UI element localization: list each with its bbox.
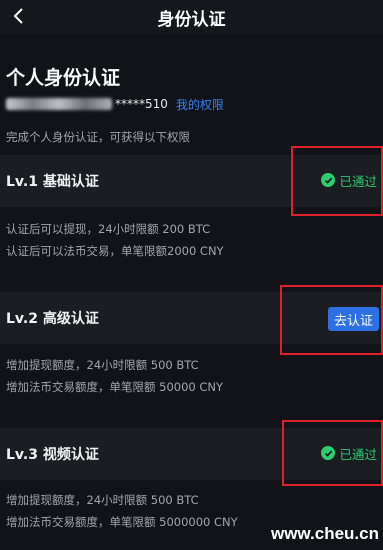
level-2-title: Lv.2 高级认证	[6, 311, 99, 327]
top-nav-bar: 身份认证	[0, 0, 383, 34]
masked-account-blur	[6, 98, 112, 110]
level-3-desc-2: 增加法币交易额度，单笔限额 5000000 CNY	[6, 515, 238, 529]
level-2-desc-1: 增加提现额度，24小时限额 500 BTC	[6, 358, 199, 372]
level-1-desc-1: 认证后可以提现，24小时限额 200 BTC	[6, 222, 211, 236]
watermark: www.cheu.cn	[270, 524, 379, 543]
hint-text: 完成个人身份认证，可获得以下权限	[6, 130, 190, 144]
level-1-desc-2: 认证后可以法币交易，单笔限额2000 CNY	[6, 244, 224, 258]
level-3-desc-1: 增加提现额度，24小时限额 500 BTC	[6, 493, 199, 507]
level-2-body: 增加提现额度，24小时限额 500 BTC 增加法币交易额度，单笔限额 5000…	[0, 344, 383, 420]
account-suffix: *****510	[115, 97, 168, 111]
annotation-box-level-2	[280, 285, 383, 355]
level-3-title: Lv.3 视频认证	[6, 447, 99, 463]
hero-title: 个人身份认证	[6, 67, 121, 89]
my-rights-link[interactable]: 我的权限	[176, 96, 224, 113]
level-1-title: Lv.1 基础认证	[6, 174, 99, 190]
annotation-box-level-3	[282, 420, 383, 486]
level-2-desc-2: 增加法币交易额度，单笔限额 50000 CNY	[6, 380, 224, 394]
page-title: 身份认证	[157, 10, 226, 30]
level-1-body: 认证后可以提现，24小时限额 200 BTC 认证后可以法币交易，单笔限额200…	[0, 207, 383, 285]
account-row: *****510 我的权限	[6, 96, 224, 112]
annotation-box-level-1	[291, 146, 383, 216]
